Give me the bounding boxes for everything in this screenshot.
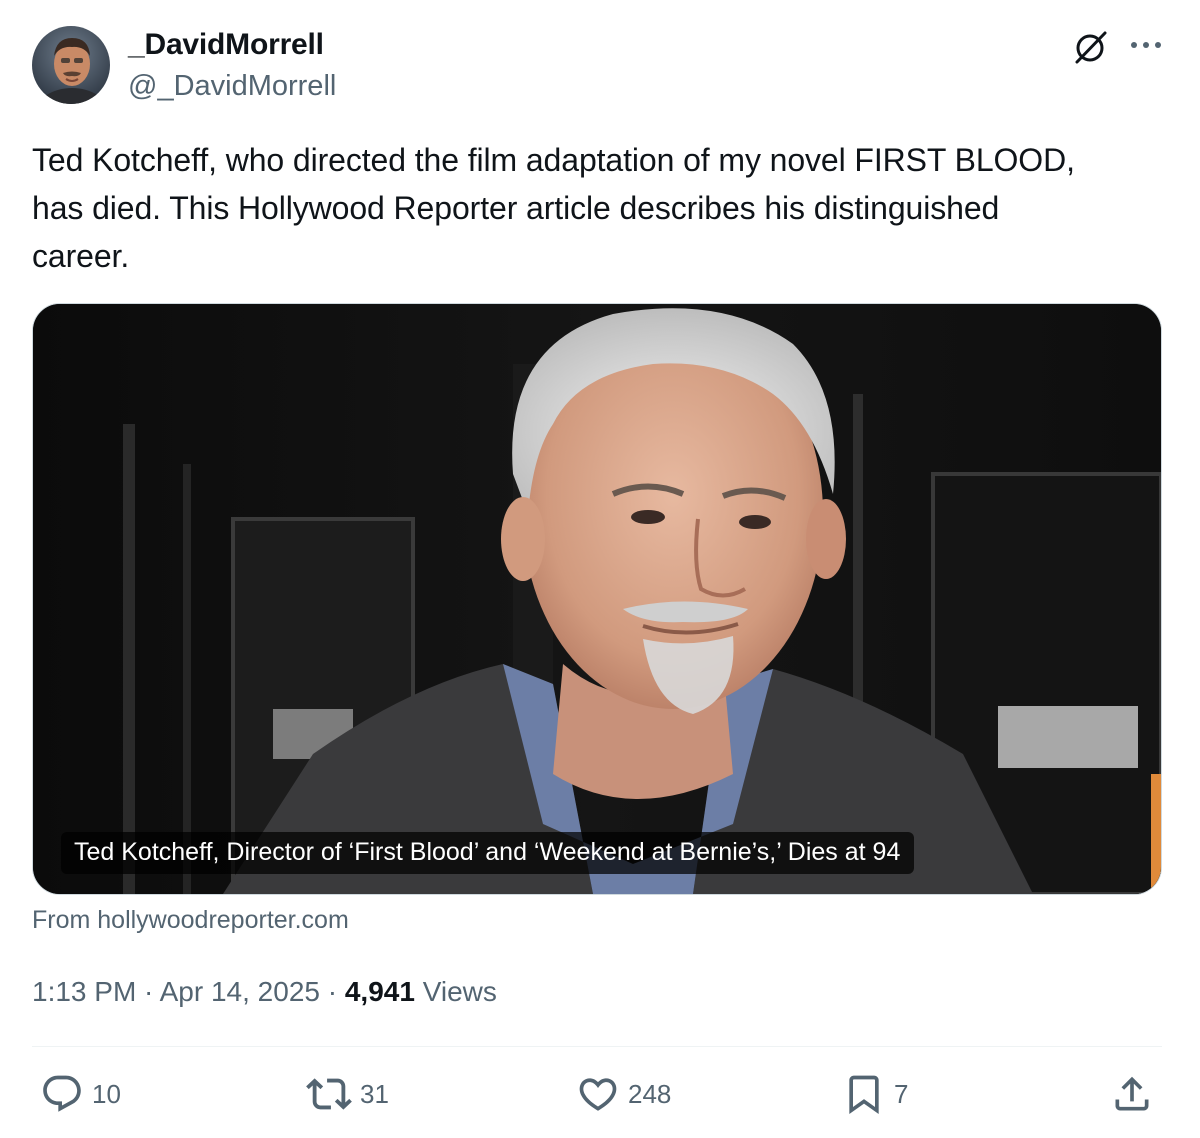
author-avatar[interactable] bbox=[32, 26, 110, 104]
author-handle[interactable]: @_DavidMorrell bbox=[128, 70, 336, 103]
card-source-link[interactable]: From hollywoodreporter.com bbox=[32, 906, 349, 935]
reply-icon bbox=[43, 1075, 81, 1112]
views-label: Views bbox=[414, 976, 497, 1007]
more-options-icon[interactable] bbox=[1126, 30, 1166, 60]
repost-icon bbox=[306, 1078, 352, 1110]
divider bbox=[32, 1046, 1162, 1047]
card-headline[interactable]: Ted Kotcheff, Director of ‘First Blood’ … bbox=[61, 832, 915, 874]
card-image bbox=[33, 304, 1161, 894]
like-button[interactable]: 248 bbox=[576, 1070, 671, 1118]
tweet-metadata: 1:13 PM · Apr 14, 2025 · 4,941 Views bbox=[32, 976, 497, 1008]
tweet-text: Ted Kotcheff, who directed the film adap… bbox=[32, 142, 1075, 274]
like-count: 248 bbox=[628, 1078, 672, 1109]
link-card[interactable]: Ted Kotcheff, Director of ‘First Blood’ … bbox=[32, 303, 1162, 895]
tweet-time[interactable]: 1:13 PM bbox=[32, 976, 136, 1007]
grok-icon[interactable] bbox=[1072, 28, 1110, 66]
share-icon bbox=[1115, 1076, 1149, 1111]
meta-separator: · bbox=[136, 976, 160, 1007]
repost-button[interactable]: 31 bbox=[306, 1070, 389, 1118]
meta-separator: · bbox=[319, 976, 345, 1007]
repost-count: 31 bbox=[360, 1078, 389, 1109]
bookmark-button[interactable]: 7 bbox=[842, 1070, 908, 1118]
like-icon bbox=[579, 1078, 617, 1111]
tweet: _DavidMorrell @_DavidMorrell Ted Kotchef… bbox=[0, 0, 1200, 1138]
views-count: 4,941 bbox=[344, 976, 415, 1007]
bookmark-count: 7 bbox=[894, 1078, 909, 1109]
bookmark-icon bbox=[849, 1075, 879, 1115]
reply-button[interactable]: 10 bbox=[40, 1070, 121, 1118]
tweet-date[interactable]: Apr 14, 2025 bbox=[160, 976, 320, 1007]
reply-count: 10 bbox=[92, 1078, 121, 1109]
author-display-name[interactable]: _DavidMorrell bbox=[128, 28, 324, 62]
share-button[interactable] bbox=[1110, 1070, 1154, 1118]
